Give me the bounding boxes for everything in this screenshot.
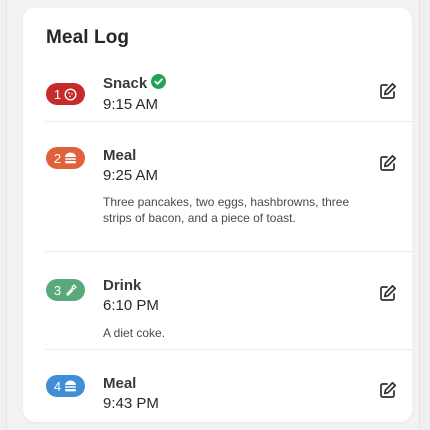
bottle-icon (64, 283, 77, 297)
list-item-meal-2[interactable]: 4 Meal 9:43 PM (23, 366, 412, 422)
entry-note: A diet coke. (103, 326, 166, 340)
edit-button[interactable] (378, 381, 398, 404)
entry-type: Meal (103, 375, 137, 392)
snack-badge: 1 (46, 83, 85, 105)
entry-type: Snack (103, 75, 147, 92)
badge-number: 2 (53, 150, 62, 166)
entry-note: Three pancakes, two eggs, hashbrowns, th… (103, 195, 350, 225)
badge-number: 4 (53, 378, 62, 394)
entry-type: Drink (103, 277, 142, 294)
drink-badge: 3 (46, 279, 85, 301)
entry-time: 9:25 AM (103, 167, 159, 184)
edit-icon (379, 284, 397, 307)
verified-check-icon (151, 74, 166, 89)
list-item-drink[interactable]: 3 Drink 6:10 PM A diet coke. (23, 268, 412, 350)
cookie-icon (64, 87, 77, 101)
meal-badge: 2 (46, 147, 85, 169)
edit-icon (379, 82, 397, 105)
edit-button[interactable] (378, 154, 398, 177)
meal-log-card: Meal Log 1 Snack 9:15 AM 2 Meal 9:25 AM … (23, 8, 412, 422)
burger-icon (64, 380, 77, 392)
entry-time: 9:15 AM (103, 96, 159, 113)
page-title: Meal Log (46, 27, 130, 48)
edit-button[interactable] (378, 284, 398, 307)
edit-button[interactable] (378, 82, 398, 105)
app-frame: Meal Log 1 Snack 9:15 AM 2 Meal 9:25 AM … (6, 0, 420, 430)
entry-time: 6:10 PM (103, 297, 159, 314)
list-item-meal[interactable]: 2 Meal 9:25 AM Three pancakes, two eggs,… (23, 138, 412, 252)
entry-time: 9:43 PM (103, 395, 159, 412)
badge-number: 1 (53, 86, 62, 102)
burger-icon (64, 152, 77, 164)
entry-type: Meal (103, 147, 137, 164)
meal-badge: 4 (46, 375, 85, 397)
list-item-snack[interactable]: 1 Snack 9:15 AM (23, 68, 412, 122)
edit-icon (379, 154, 397, 177)
entry-type-text: Snack (103, 75, 148, 92)
badge-number: 3 (53, 282, 62, 298)
edit-icon (379, 381, 397, 404)
